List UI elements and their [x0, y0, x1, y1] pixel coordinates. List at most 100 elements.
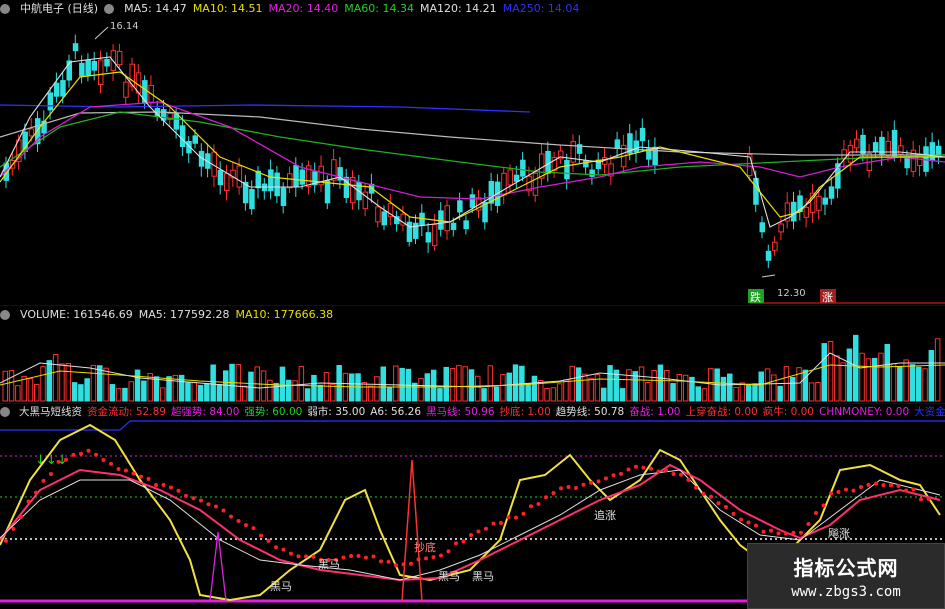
candle-body: [778, 223, 784, 233]
volume-bar: [103, 367, 109, 402]
candle-body: [759, 222, 765, 233]
red-dot: [776, 531, 781, 536]
indicator-settings-icon[interactable]: [0, 407, 10, 417]
legend-ma250: MA250: 14.04: [502, 2, 580, 15]
volume-bar: [859, 352, 865, 402]
price-chart[interactable]: 16.14 12.30 跌 涨: [0, 17, 945, 307]
panel-menu-icon[interactable]: [0, 4, 10, 14]
volume-bar: [71, 382, 78, 402]
volume-bar: [531, 375, 538, 402]
legend-ma20: MA20: 14.40: [268, 2, 339, 15]
candle-body: [413, 222, 419, 239]
volume-bar: [241, 385, 248, 402]
legend-vol-ma5: MA5: 177592.28: [138, 308, 230, 321]
red-dot: [746, 520, 751, 525]
candle-body: [72, 43, 79, 52]
volume-bar: [210, 364, 216, 402]
volume-bar: [160, 387, 166, 402]
candle-body: [324, 180, 331, 204]
red-dot: [649, 466, 653, 471]
candle-body: [331, 159, 337, 181]
volume-bar: [607, 365, 613, 402]
candle-body: [803, 206, 810, 218]
red-dot: [724, 505, 728, 510]
volume-bar: [292, 380, 298, 402]
candle-body: [299, 169, 306, 185]
volume-bar: [594, 373, 601, 402]
candle-body: [173, 113, 180, 130]
red-dot: [926, 496, 931, 501]
ma60-line: [0, 111, 945, 176]
volume-bar: [815, 381, 821, 402]
candle-body: [545, 150, 551, 174]
volume-bar: [267, 379, 273, 402]
candle-body: [350, 176, 356, 204]
volume-bar: [638, 366, 645, 402]
candle-body: [469, 194, 476, 208]
volume-bar: [745, 384, 752, 402]
volume-bar: [601, 387, 607, 402]
volume-bar: [317, 384, 323, 402]
red-dot: [4, 538, 8, 543]
volume-bar: [8, 370, 15, 402]
signal-down-label: 跌: [750, 290, 761, 304]
volume-bar: [777, 385, 783, 402]
candle-body: [564, 159, 570, 180]
volume-bar: [65, 362, 71, 402]
volume-bar: [771, 374, 777, 402]
candle-body: [935, 145, 942, 156]
volume-bar: [323, 372, 330, 402]
red-dot: [521, 511, 526, 516]
red-dot: [784, 531, 788, 536]
candle-body: [746, 154, 753, 177]
volume-bar: [59, 363, 65, 402]
volume-bar: [651, 370, 657, 402]
volume-bar: [575, 367, 582, 402]
volume-bar: [78, 384, 84, 402]
legend-ind-9: 奋战: 1.00: [629, 406, 681, 418]
volume-legend: VOLUME: 161546.69 MA5: 177592.28 MA10: 1…: [0, 307, 333, 323]
legend-ind-11: 疯牛: 0.00: [762, 406, 814, 418]
volume-bar: [834, 355, 840, 402]
red-dot: [806, 521, 811, 526]
red-dot: [304, 554, 308, 559]
red-dot: [761, 529, 766, 534]
legend-ind-7: 抄底: 1.00: [499, 406, 551, 418]
legend-ind-1: 资金流动: 52.89: [87, 406, 166, 418]
panel-divider: [0, 305, 945, 306]
volume-bar: [153, 376, 160, 402]
volume-bar: [141, 380, 147, 402]
volume-bar: [204, 383, 210, 402]
volume-bar: [676, 373, 683, 402]
watermark-title: 指标公式网: [793, 556, 899, 580]
volume-bar: [727, 373, 733, 402]
volume-bar: [758, 371, 764, 402]
volume-bar: [619, 388, 626, 402]
volume-bar: [115, 388, 122, 402]
candle-body: [450, 222, 457, 231]
volume-bar: [764, 368, 771, 402]
volume-bar: [27, 378, 34, 402]
volume-bar: [2, 370, 8, 402]
volume-bar: [739, 382, 746, 402]
red-dot: [664, 468, 668, 473]
volume-bar: [286, 379, 292, 402]
volume-bar: [84, 378, 90, 402]
red-dot: [514, 515, 518, 520]
candle-body: [47, 92, 54, 111]
volume-bar: [216, 384, 223, 402]
red-dot: [611, 473, 616, 478]
ma250-line: [0, 104, 531, 113]
volume-chart[interactable]: [0, 323, 945, 403]
settings-dot-icon[interactable]: [104, 4, 115, 14]
volume-settings-icon[interactable]: [0, 310, 10, 320]
red-dot: [34, 490, 38, 495]
red-dot: [731, 511, 736, 516]
bazhang-label: 飚涨: [828, 526, 850, 540]
red-dot: [296, 554, 301, 559]
red-dot: [604, 476, 608, 481]
volume-bar: [916, 366, 922, 402]
volume-bar: [525, 382, 531, 402]
red-dot: [79, 451, 83, 456]
red-dot: [356, 554, 361, 559]
